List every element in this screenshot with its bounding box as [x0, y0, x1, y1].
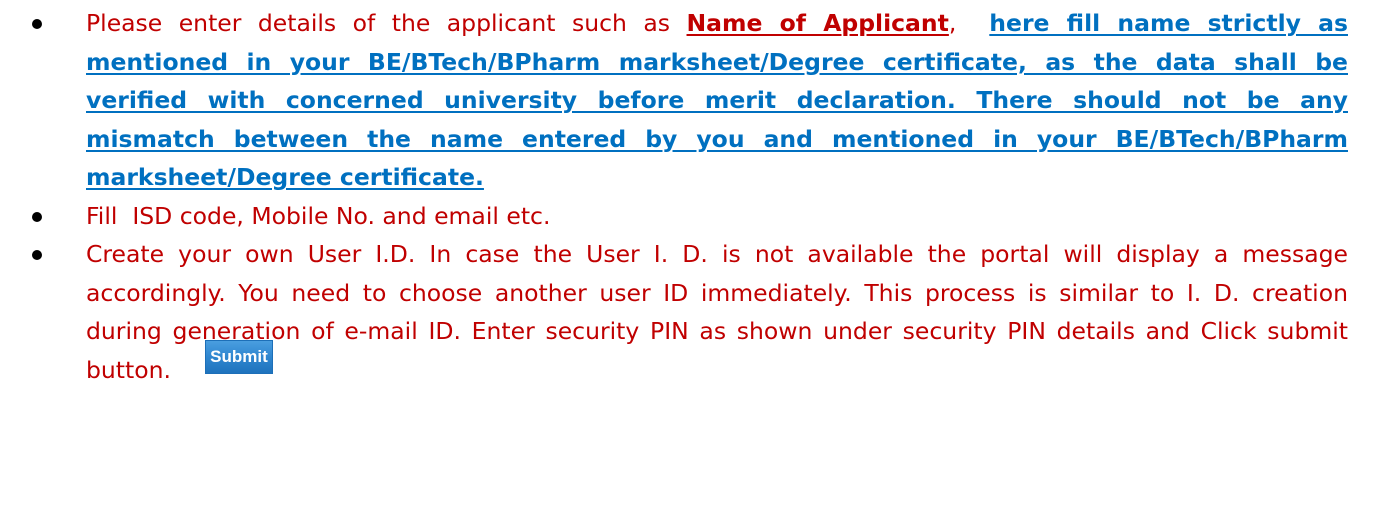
user-id-instruction-text: Create your own User I.D. In case the Us… — [86, 240, 1348, 384]
bullet-icon — [32, 211, 42, 222]
instructions-document: Please enter details of the applicant su… — [26, 4, 1348, 389]
bullet-icon — [32, 250, 42, 260]
instruction-item-applicant-name: Please enter details of the applicant su… — [26, 4, 1348, 197]
instruction-item-user-id: Create your own User I.D. In case the Us… — [26, 235, 1348, 389]
instructions-list: Please enter details of the applicant su… — [26, 4, 1348, 389]
instruction-item-contact-details: Fill ISD code, Mobile No. and email etc. — [26, 197, 1348, 236]
field-name-highlight: Name of Applicant — [686, 9, 949, 37]
instruction-lead-text: Please enter details of the applicant su… — [86, 9, 687, 37]
separator-text: , — [948, 9, 990, 37]
contact-details-text: Fill ISD code, Mobile No. and email etc. — [86, 201, 551, 230]
bullet-icon — [32, 19, 42, 29]
submit-button[interactable]: Submit — [204, 340, 273, 374]
